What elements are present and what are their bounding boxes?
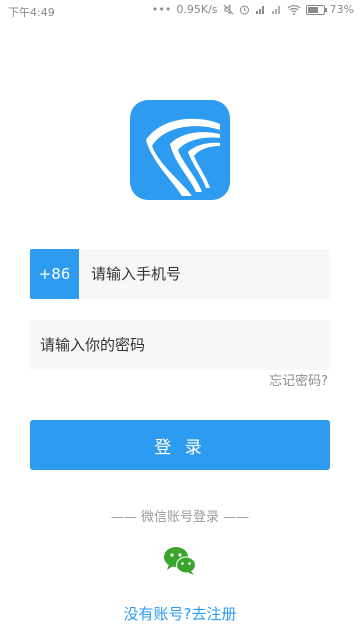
password-input[interactable] <box>40 320 320 370</box>
password-field <box>30 320 330 370</box>
wifi-icon <box>287 5 300 15</box>
signal-icon <box>255 6 264 14</box>
register-link[interactable]: 没有账号?去注册 <box>0 603 360 624</box>
dots-icon: ••• <box>151 3 172 16</box>
status-icons: ••• 0.95K/s 73% <box>152 3 354 16</box>
wechat-login-label: —— 微信账号登录 —— <box>110 510 250 525</box>
network-speed: 0.95K/s <box>176 3 218 16</box>
battery-percent: 73% <box>329 3 354 16</box>
phone-field: +86 <box>30 249 330 299</box>
wechat-icon[interactable] <box>163 546 197 576</box>
battery-icon <box>305 4 327 15</box>
app-logo-icon <box>130 100 230 200</box>
login-button[interactable]: 登 录 <box>30 420 330 470</box>
alarm-icon <box>239 5 249 15</box>
signal-icon <box>271 6 280 14</box>
mute-icon <box>223 4 233 15</box>
forgot-password-link[interactable]: 忘记密码? <box>269 370 328 389</box>
battery-fill <box>307 6 319 13</box>
phone-input[interactable] <box>91 249 321 299</box>
country-code-selector[interactable]: +86 <box>30 249 79 299</box>
status-time: 下午4:49 <box>8 6 55 19</box>
status-bar: 下午4:49 ••• 0.95K/s 73% <box>0 0 360 22</box>
